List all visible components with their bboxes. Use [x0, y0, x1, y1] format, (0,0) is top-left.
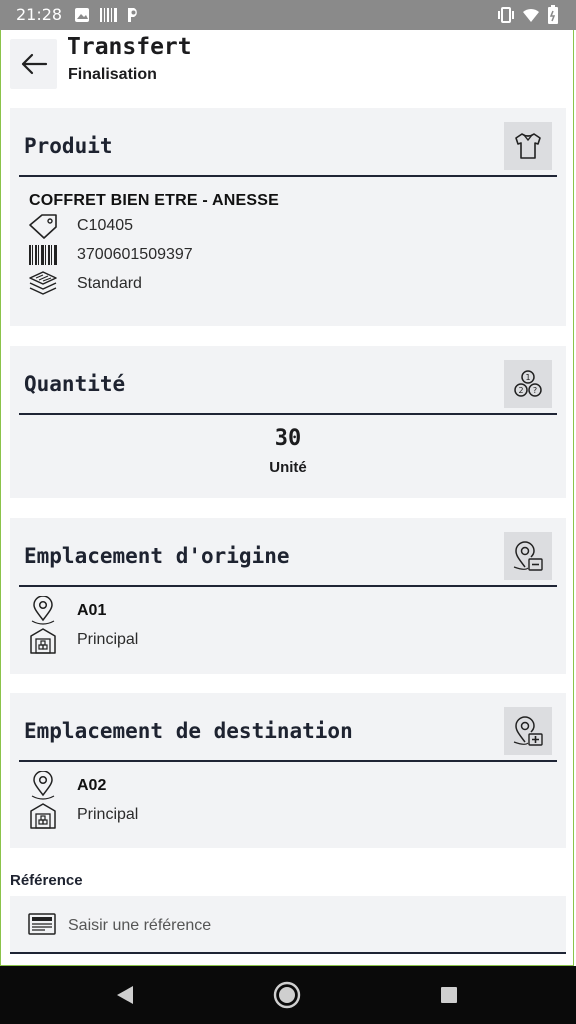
- page-subtitle: Finalisation: [68, 66, 157, 83]
- product-section-title: Produit: [24, 134, 113, 158]
- product-variant: Standard: [77, 275, 142, 292]
- back-button[interactable]: [10, 39, 57, 89]
- reference-placeholder: Saisir une référence: [68, 917, 212, 934]
- arrow-left-icon: [21, 53, 47, 75]
- location-minus-icon: [513, 541, 543, 571]
- page-title: Transfert: [67, 34, 192, 60]
- reference-label: Référence: [10, 872, 83, 889]
- origin-location-card: Emplacement d'origine A01 Principal: [10, 518, 566, 674]
- warehouse-icon: [30, 628, 56, 654]
- system-nav-bar: [0, 966, 576, 1024]
- product-card: Produit COFFRET BIEN ETRE - ANESSE C1040…: [10, 108, 566, 326]
- destination-card-header: Emplacement de destination: [10, 693, 566, 763]
- p-notification-icon: [128, 8, 137, 22]
- app-header: Transfert Finalisation: [0, 30, 576, 100]
- numbered-coins-icon: 12?: [514, 370, 542, 397]
- image-notification-icon: [75, 8, 89, 22]
- quantity-card-header: Quantité 1 2?: [10, 346, 566, 416]
- destination-divider: [19, 760, 557, 762]
- nav-back-icon[interactable]: [115, 985, 135, 1005]
- destination-location-code: A02: [77, 777, 107, 794]
- wifi-icon: [523, 8, 539, 22]
- location-pin-icon: [31, 596, 55, 625]
- shirt-icon: [515, 133, 541, 159]
- svg-text:2: 2: [518, 386, 523, 395]
- product-name: COFFRET BIEN ETRE - ANESSE: [29, 192, 279, 209]
- reference-input[interactable]: Saisir une référence: [10, 896, 566, 954]
- destination-card-button[interactable]: [504, 707, 552, 755]
- status-time: 21:28: [16, 5, 63, 24]
- quantity-value: 30: [274, 426, 302, 451]
- barcode-notification-icon: [100, 8, 117, 22]
- svg-text:?: ?: [533, 386, 537, 395]
- quantity-divider: [19, 413, 557, 415]
- product-reference: C10405: [77, 217, 134, 234]
- product-divider: [19, 175, 557, 177]
- origin-divider: [19, 585, 557, 587]
- destination-warehouse: Principal: [77, 806, 139, 823]
- quantity-card-button[interactable]: 1 2?: [504, 360, 552, 408]
- quantity-section-title: Quantité: [24, 372, 126, 396]
- warehouse-icon: [30, 803, 56, 829]
- origin-card-button[interactable]: [504, 532, 552, 580]
- layers-icon: [29, 271, 57, 295]
- document-icon: [28, 913, 56, 935]
- nav-home-icon[interactable]: [273, 981, 301, 1009]
- nav-recents-icon[interactable]: [440, 986, 458, 1004]
- origin-card-header: Emplacement d'origine: [10, 518, 566, 588]
- origin-warehouse: Principal: [77, 631, 139, 648]
- quantity-card: Quantité 1 2? 30 Unité: [10, 346, 566, 498]
- origin-location-code: A01: [77, 602, 107, 619]
- vibrate-icon: [498, 7, 514, 23]
- destination-section-title: Emplacement de destination: [24, 719, 353, 743]
- quantity-unit: Unité: [269, 459, 307, 476]
- origin-section-title: Emplacement d'origine: [24, 544, 290, 568]
- product-card-header: Produit: [10, 108, 566, 178]
- location-pin-icon: [31, 771, 55, 800]
- svg-text:1: 1: [525, 373, 530, 382]
- destination-location-card: Emplacement de destination A02 Principal: [10, 693, 566, 848]
- product-barcode: 3700601509397: [77, 246, 193, 263]
- barcode-icon: [29, 245, 57, 265]
- product-card-button[interactable]: [504, 122, 552, 170]
- status-bar: 21:28: [0, 0, 576, 30]
- location-plus-icon: [513, 716, 543, 746]
- tag-icon: [29, 214, 57, 239]
- battery-icon: [548, 5, 558, 24]
